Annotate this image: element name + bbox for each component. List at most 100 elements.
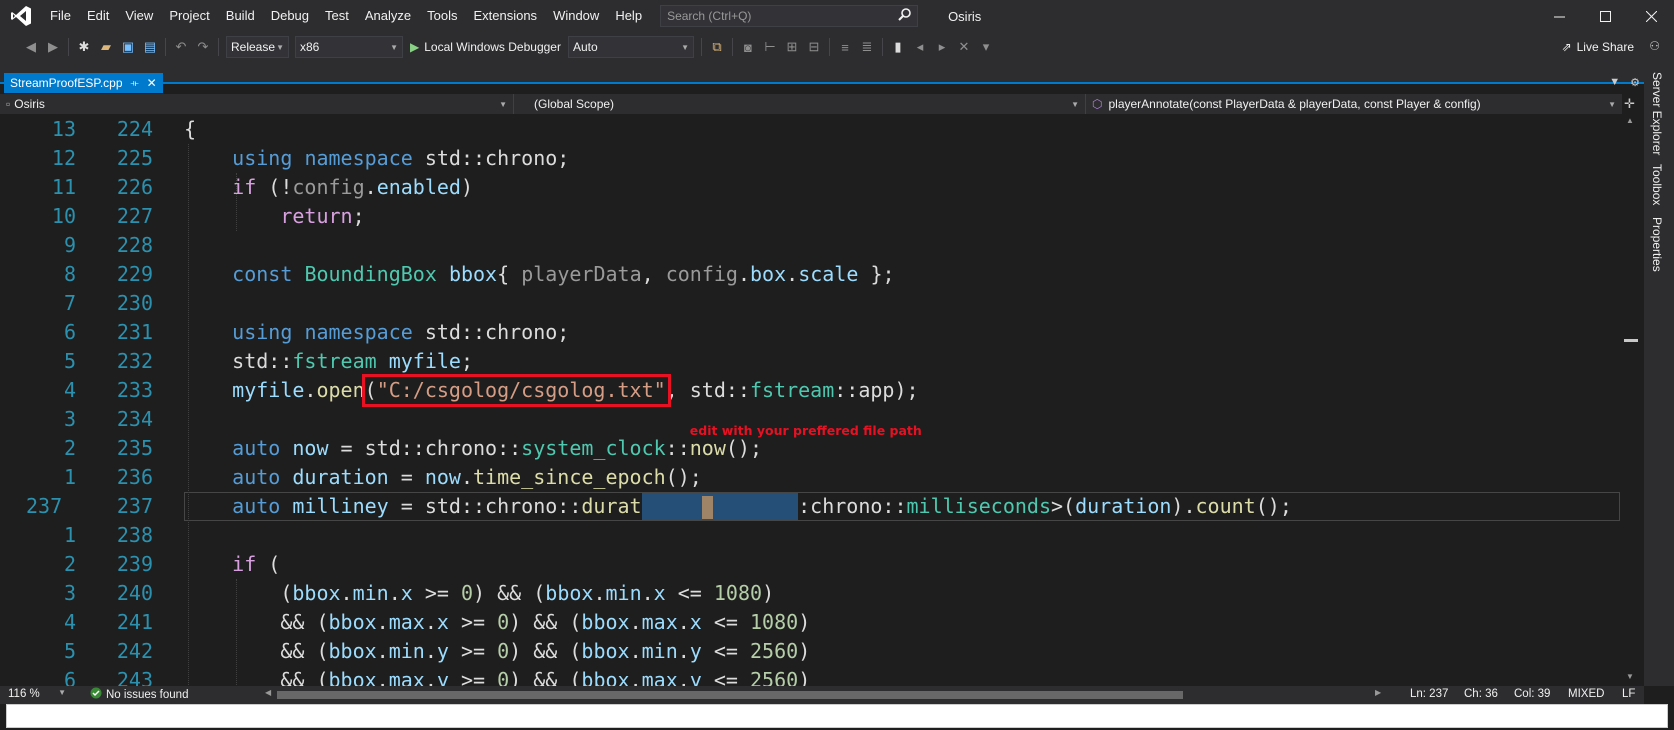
close-tab-icon[interactable]: ✕ <box>147 76 157 90</box>
close-icon[interactable] <box>1628 0 1674 32</box>
menu-tools[interactable]: Tools <box>419 0 465 32</box>
live-share-label: Live Share <box>1576 40 1634 54</box>
toolbox-tab[interactable]: Toolbox <box>1650 164 1664 205</box>
menu-debug[interactable]: Debug <box>263 0 317 32</box>
code-line: if ( <box>232 552 281 576</box>
issues-indicator[interactable]: No issues found <box>90 687 188 702</box>
line-number: 242 <box>116 639 153 663</box>
scroll-down-icon[interactable]: ▼ <box>1626 672 1634 681</box>
code-editor[interactable]: 13 12 11 10 9 8 7 6 5 4 3 2 1 237 1 2 3 4 5 6 224 225 226 227 2… <box>0 114 1622 686</box>
line-indicator[interactable]: Ln: 237 <box>1410 688 1448 700</box>
next-bookmark-icon[interactable]: ▸ <box>931 36 953 58</box>
method-icon: ⬡ <box>1092 97 1103 111</box>
settings-icon[interactable]: ⚙ <box>1630 76 1640 89</box>
whitespace-indicator[interactable]: MIXED <box>1568 688 1604 700</box>
toolbar-divider <box>165 38 166 56</box>
menu-project[interactable]: Project <box>161 0 217 32</box>
chevron-down-icon: ▼ <box>1071 99 1079 109</box>
menu-help[interactable]: Help <box>607 0 650 32</box>
relative-line-number: 4 <box>63 378 76 402</box>
menu-file[interactable]: File <box>42 0 79 32</box>
menu-test[interactable]: Test <box>317 0 357 32</box>
check-circle-icon <box>90 687 102 702</box>
line-number: 230 <box>116 291 153 315</box>
relative-line-number: 11 <box>51 175 76 199</box>
project-dropdown[interactable]: ▫ Osiris ▼ <box>0 94 514 114</box>
line-ending-indicator[interactable]: LF <box>1622 688 1635 700</box>
relative-line-number: 2 <box>63 552 76 576</box>
hierarchy-icon[interactable]: ⊢ <box>759 36 781 58</box>
member-dropdown-value: ⬡ playerAnnotate(const PlayerData & playe… <box>1092 97 1481 111</box>
scroll-left-icon[interactable]: ◀ <box>265 688 271 697</box>
minimize-icon[interactable] <box>1536 0 1582 32</box>
line-number: 239 <box>116 552 153 576</box>
menu-window[interactable]: Window <box>545 0 607 32</box>
menu-build[interactable]: Build <box>218 0 263 32</box>
undo-icon[interactable]: ↶ <box>170 36 192 58</box>
class-view-icon[interactable]: ⊞ <box>781 36 803 58</box>
live-share-button[interactable]: ⇗ Live Share <box>1562 32 1634 62</box>
platform-dropdown[interactable]: x86 ▼ <box>295 36 403 58</box>
search-input[interactable]: Search (Ctrl+Q) <box>660 5 919 27</box>
text-selection <box>641 493 799 520</box>
line-number: 240 <box>116 581 153 605</box>
save-icon[interactable]: ▣ <box>117 36 139 58</box>
horizontal-scrollbar[interactable] <box>277 691 1183 699</box>
tab-streamproofesp[interactable]: StreamProofESP.cpp ⟛ ✕ <box>4 73 163 93</box>
relative-line-number: 2 <box>63 436 76 460</box>
pin-icon[interactable]: ⟛ <box>131 78 139 89</box>
prev-bookmark-icon[interactable]: ◂ <box>909 36 931 58</box>
configuration-dropdown[interactable]: Release ▼ <box>226 36 289 58</box>
save-all-icon[interactable]: ▤ <box>139 36 161 58</box>
relative-line-number-gutter: 13 12 11 10 9 8 7 6 5 4 3 2 1 237 1 2 3 4 5 6 <box>0 114 80 686</box>
uncomment-icon[interactable]: ≣ <box>856 36 878 58</box>
redo-icon[interactable]: ↷ <box>192 36 214 58</box>
chevron-down-icon: ▼ <box>276 42 284 52</box>
account-icon[interactable]: ⚇ <box>1649 39 1660 53</box>
scroll-up-icon[interactable]: ▲ <box>1626 116 1634 125</box>
properties-tab[interactable]: Properties <box>1650 217 1664 272</box>
chevron-down-icon: ▼ <box>1608 99 1616 109</box>
line-number: 227 <box>116 204 153 228</box>
line-number-gutter: 224 225 226 227 228 229 230 231 232 233 234 235 236 2… <box>80 114 165 686</box>
navigate-back-icon[interactable]: ◀ <box>20 36 42 58</box>
server-explorer-tab[interactable]: Server Explorer <box>1650 72 1664 155</box>
open-folder-icon[interactable]: ▰ <box>95 36 117 58</box>
toolbar-divider <box>68 38 69 56</box>
split-editor-icon[interactable]: ✛ <box>1624 96 1635 112</box>
scroll-position-marker[interactable] <box>1624 339 1638 342</box>
relative-line-number: 9 <box>63 233 76 257</box>
code-line: using namespace std::chrono; <box>232 320 570 344</box>
side-tool-panel: Server Explorer Toolbox Properties <box>1644 62 1674 686</box>
screenshot-icon[interactable]: ◙ <box>737 36 759 58</box>
toolbar-overflow-icon[interactable]: ▾ <box>975 36 997 58</box>
menu-extensions[interactable]: Extensions <box>465 0 545 32</box>
scroll-right-icon[interactable]: ▶ <box>1375 688 1381 697</box>
member-dropdown[interactable]: ⬡ playerAnnotate(const PlayerData & playe… <box>1086 94 1622 114</box>
tab-list-dropdown-icon[interactable]: ▼ <box>1609 76 1620 89</box>
column-indicator[interactable]: Col: 39 <box>1514 688 1550 700</box>
run-mode-dropdown[interactable]: Auto ▼ <box>567 36 694 58</box>
vertical-scrollbar[interactable]: ▲ ▼ <box>1622 114 1638 686</box>
maximize-icon[interactable] <box>1582 0 1628 32</box>
menu-view[interactable]: View <box>117 0 161 32</box>
menu-edit[interactable]: Edit <box>79 0 117 32</box>
comment-icon[interactable]: ≡ <box>834 36 856 58</box>
bookmark-icon[interactable]: ▮ <box>887 36 909 58</box>
highlight-box <box>361 374 671 407</box>
chevron-down-icon: ▼ <box>681 42 689 52</box>
zoom-dropdown[interactable]: 116 % ▼ <box>8 688 66 700</box>
line-number: 234 <box>116 407 153 431</box>
char-indicator[interactable]: Ch: 36 <box>1464 688 1498 700</box>
menu-analyze[interactable]: Analyze <box>357 0 419 32</box>
relative-line-number: 5 <box>63 349 76 373</box>
outline-icon[interactable]: ⊟ <box>803 36 825 58</box>
start-debugging-button[interactable]: ▶ Local Windows Debugger <box>406 40 565 54</box>
app-title: Osiris <box>948 8 982 24</box>
clear-bookmarks-icon[interactable]: ✕ <box>953 36 975 58</box>
navigate-forward-icon[interactable]: ▶ <box>42 36 64 58</box>
browse-icon[interactable]: ⧉ <box>706 36 728 58</box>
line-number: 231 <box>116 320 153 344</box>
new-item-icon[interactable]: ✱ <box>73 36 95 58</box>
scope-dropdown[interactable]: (Global Scope) ▼ <box>514 94 1086 114</box>
